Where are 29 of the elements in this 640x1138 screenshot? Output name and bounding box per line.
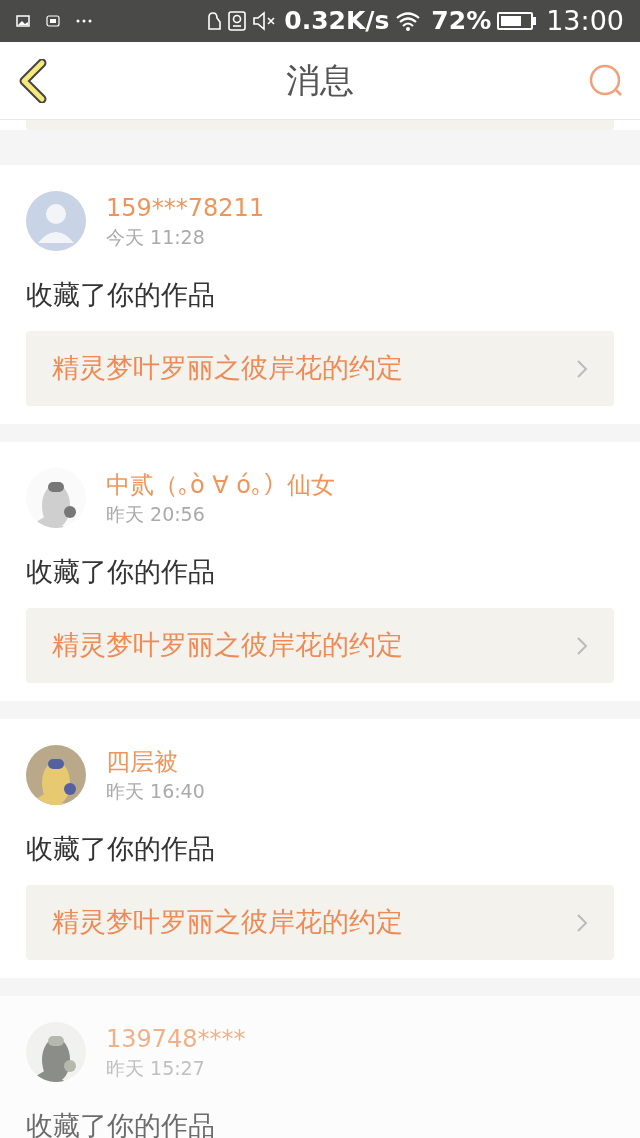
chevron-right-icon [576,358,588,379]
message-time: 昨天 20:56 [106,502,206,527]
clock: 13:00 [546,3,624,38]
message-time: 昨天 16:40 [106,779,205,804]
image-icon [16,15,30,27]
page-title: 消息 [286,59,354,102]
ad-icon [46,15,60,27]
user-name[interactable]: 139748**** [106,1023,246,1055]
action-text: 收藏了你的作品 [26,555,216,589]
user-name[interactable]: 159***78211 [106,192,265,224]
user-name[interactable]: 中贰（｡ò ∀ ó｡）仙女 [106,469,336,501]
action-text: 收藏了你的作品 [26,1109,216,1138]
action-text: 收藏了你的作品 [26,832,216,866]
work-link[interactable]: 精灵梦叶罗丽之彼岸花的约定 [26,331,614,406]
message-time: 今天 11:28 [106,225,206,250]
chevron-right-icon [576,912,588,933]
user-name[interactable]: 四层被 [106,746,205,778]
battery-icon [497,12,537,30]
action-text: 收藏了你的作品 [26,278,216,312]
work-link[interactable]: 精灵梦叶罗丽之彼岸花的约定 [26,608,614,683]
avatar-icon [26,191,86,251]
wifi-icon [395,11,422,31]
location-icon [228,11,247,31]
work-link[interactable]: 精灵梦叶罗丽之彼岸花的约定 [26,885,614,960]
chevron-right-icon [576,635,588,656]
network-speed: 0.32K/s [284,5,390,38]
battery-percent: 72% [431,5,492,38]
message-time: 昨天 15:27 [106,1056,206,1081]
more-icon [76,19,92,23]
